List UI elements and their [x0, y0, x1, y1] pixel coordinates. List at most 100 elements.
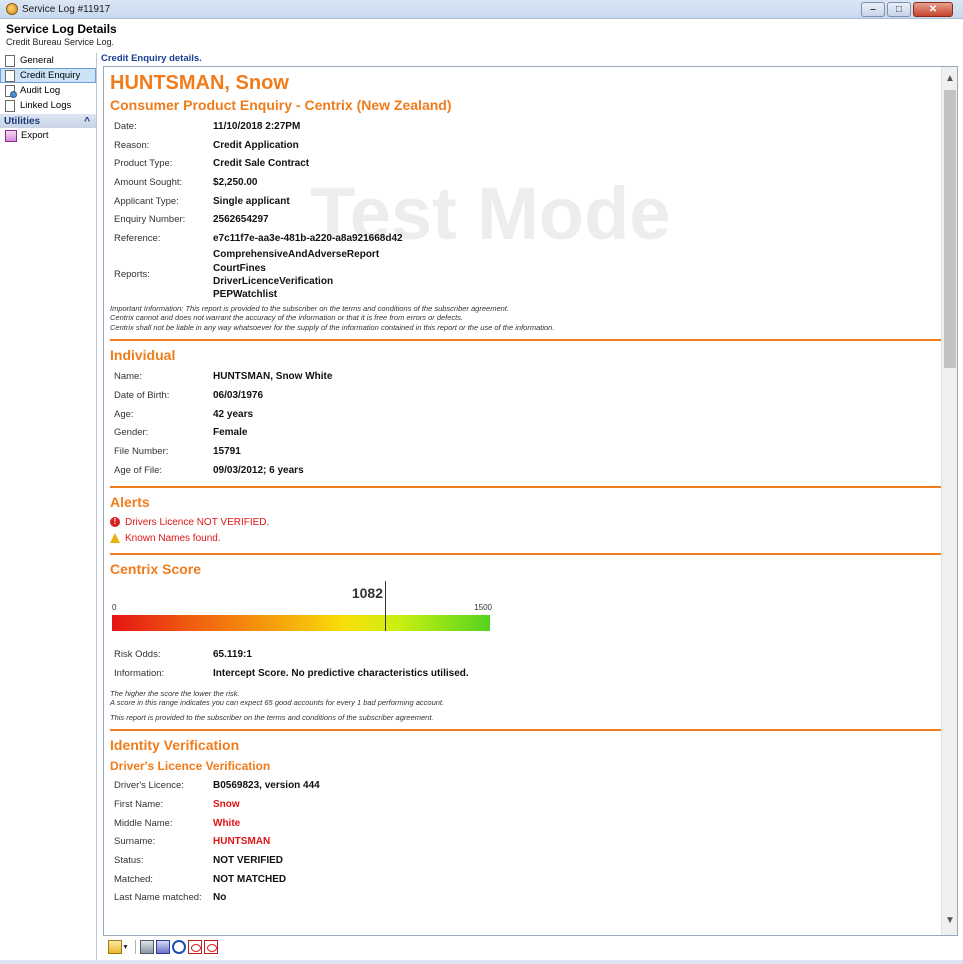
score-note-line: This report is provided to the subscribe…: [110, 712, 434, 722]
report-toolbar: ▼: [103, 937, 958, 957]
detail-label: Driver's Licence:: [114, 780, 184, 792]
detail-value: Intercept Score. No predictive character…: [213, 667, 469, 679]
title-bar: Service Log #11917 – □ ✕: [0, 0, 963, 19]
detail-label: Date of Birth:: [114, 389, 170, 401]
export-icon: [5, 129, 17, 142]
email-button[interactable]: [171, 940, 186, 954]
print-button[interactable]: [139, 940, 154, 954]
window-title: Service Log #11917: [22, 3, 111, 15]
score-value: 1082: [351, 585, 383, 602]
sidebar-item-export[interactable]: Export: [0, 128, 96, 143]
detail-row: Age of File: 09/03/2012; 6 years: [110, 461, 942, 480]
utilities-label: Utilities: [4, 115, 41, 127]
detail-label: Age of File:: [114, 464, 163, 476]
window-bottom-border: [0, 960, 963, 964]
disclaimer-line: Important Information: This report is pr…: [110, 303, 509, 313]
chevron-down-icon[interactable]: ▼: [122, 944, 129, 951]
score-min-label: 0: [112, 603, 117, 613]
utilities-section-header[interactable]: Utilities ^: [0, 114, 96, 128]
section-divider: [110, 339, 941, 342]
detail-row: Reason: Credit Application: [110, 136, 942, 155]
detail-row: Surname: HUNTSMAN: [110, 832, 942, 851]
detail-value: HUNTSMAN: [213, 836, 271, 848]
scroll-up-icon: ▲: [945, 73, 955, 84]
alert-item: Known Names found.: [110, 530, 942, 546]
vertical-scrollbar[interactable]: ▲ ▼: [941, 67, 957, 935]
scroll-up-button[interactable]: ▲: [942, 71, 957, 87]
save-button[interactable]: [155, 940, 170, 954]
alert-item: ! Drivers Licence NOT VERIFIED.: [110, 514, 942, 530]
page-title: Service Log Details: [6, 22, 117, 36]
add-note-button[interactable]: [108, 940, 122, 954]
detail-value: Female: [213, 427, 248, 439]
close-button[interactable]: ✕: [913, 2, 953, 17]
collapse-icon[interactable]: ^: [84, 116, 90, 127]
page-header: Service Log Details Credit Bureau Servic…: [0, 19, 963, 53]
scroll-down-button[interactable]: ▼: [942, 913, 957, 929]
detail-label: Reference:: [114, 232, 161, 244]
detail-label: Name:: [114, 371, 142, 383]
detail-value: 11/10/2018 2:27PM: [213, 120, 301, 132]
detail-row: Name: HUNTSMAN, Snow White: [110, 367, 942, 386]
score-max-label: 1500: [474, 603, 492, 613]
detail-label: Product Type:: [114, 158, 173, 170]
individual-details: Name: HUNTSMAN, Snow White Date of Birth:…: [110, 367, 942, 479]
detail-label: First Name:: [114, 798, 164, 810]
detail-value: B0569823, version 444: [213, 780, 320, 792]
maximize-button[interactable]: □: [887, 2, 911, 17]
detail-row: Last Name matched: No: [110, 888, 942, 907]
identity-details: Driver's Licence: B0569823, version 444 F…: [110, 776, 942, 907]
detail-label: Age:: [114, 408, 134, 420]
alert-text: Drivers Licence NOT VERIFIED.: [125, 516, 270, 528]
detail-label: Reason:: [114, 139, 150, 151]
detail-row: Risk Odds: 65.119:1: [110, 645, 942, 664]
detail-row: First Name: Snow: [110, 795, 942, 814]
report-item: CourtFines: [213, 262, 266, 274]
sidebar-item-linked-logs[interactable]: Linked Logs: [0, 98, 96, 113]
export-pdf-button[interactable]: [187, 940, 202, 954]
reports-row: Reports: ComprehensiveAndAdverseReport C…: [110, 248, 942, 302]
detail-value: 42 years: [213, 408, 254, 420]
sidebar-item-label: General: [20, 55, 54, 66]
detail-value: No: [213, 892, 227, 904]
detail-label: Risk Odds:: [114, 649, 161, 661]
scrollbar-thumb[interactable]: [944, 90, 956, 368]
detail-row: Driver's Licence: B0569823, version 444: [110, 776, 942, 795]
detail-value: White: [213, 817, 241, 829]
identity-verification-title: Identity Verification: [110, 737, 240, 754]
export-pdf-alt-button[interactable]: [203, 940, 218, 954]
app-icon: [6, 3, 18, 15]
sidebar-item-label: Audit Log: [20, 85, 61, 96]
individual-title: Individual: [110, 347, 176, 364]
linked-document-icon: [5, 99, 15, 112]
page-subtitle: Credit Bureau Service Log.: [6, 37, 115, 47]
audit-document-icon: [5, 84, 17, 98]
sidebar-item-audit-log[interactable]: Audit Log: [0, 83, 96, 98]
reports-label: Reports:: [114, 269, 150, 281]
content-heading: Credit Enquiry details.: [101, 53, 202, 64]
section-divider: [110, 553, 941, 556]
score-note-line: The higher the score the lower the risk.: [110, 688, 240, 698]
detail-value: Single applicant: [213, 195, 290, 207]
detail-label: File Number:: [114, 445, 169, 457]
detail-row: Applicant Type: Single applicant: [110, 192, 942, 211]
toolbar-separator: [134, 940, 136, 954]
score-notes: The higher the score the lower the risk.…: [110, 689, 942, 723]
alert-text: Known Names found.: [125, 532, 221, 544]
detail-value: $2,250.00: [213, 176, 258, 188]
disclaimer-line: Centrix cannot and does not warrant the …: [110, 313, 464, 323]
sidebar-item-credit-enquiry[interactable]: Credit Enquiry: [0, 68, 96, 83]
scroll-down-icon: ▼: [945, 915, 955, 926]
minimize-button[interactable]: –: [861, 2, 885, 17]
sidebar-item-general[interactable]: General: [0, 53, 96, 68]
detail-row: Reference: e7c11f7e-aa3e-481b-a220-a8a921…: [110, 229, 942, 248]
sidebar: General Credit Enquiry Audit Log Linked …: [0, 53, 97, 960]
sidebar-item-label: Credit Enquiry: [20, 70, 81, 81]
score-marker: [385, 581, 386, 632]
window-controls: – □ ✕: [861, 2, 953, 17]
detail-label: Applicant Type:: [114, 195, 179, 207]
detail-row: Enquiry Number: 2562654297: [110, 210, 942, 229]
detail-label: Amount Sought:: [114, 176, 183, 188]
detail-value: 65.119:1: [213, 649, 252, 661]
report-item: DriverLicenceVerification: [213, 275, 334, 287]
